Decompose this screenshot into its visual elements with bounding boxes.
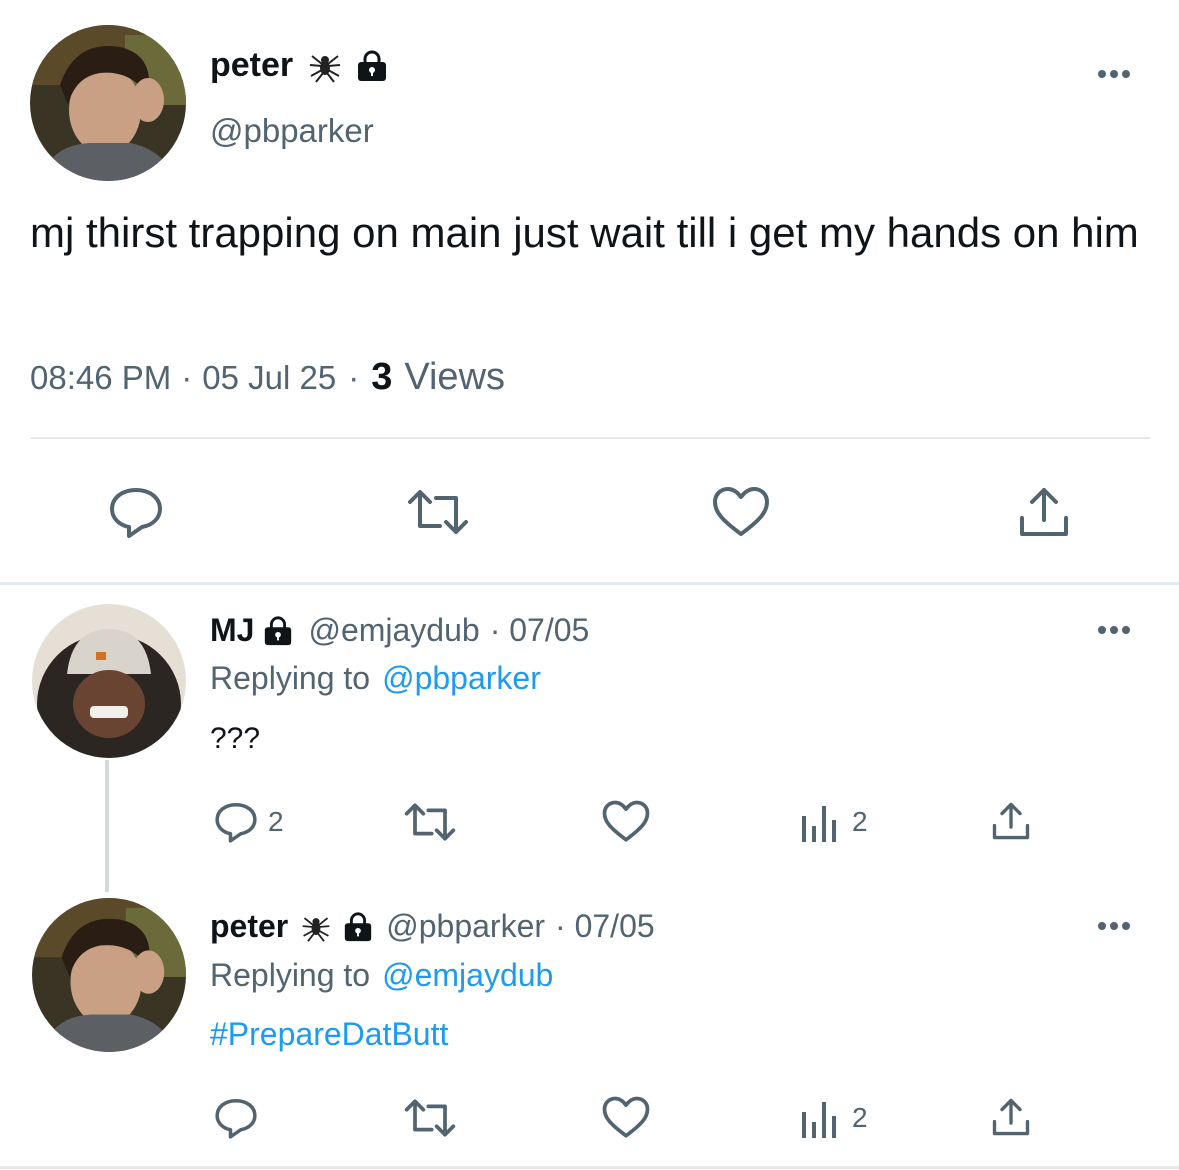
replying-handle-link[interactable]: @emjaydub	[382, 957, 553, 994]
section-divider	[0, 582, 1179, 585]
lock-icon	[262, 615, 294, 647]
share-icon	[992, 802, 1030, 840]
reply-author-row: peter @pbparker · 07/05	[210, 908, 655, 945]
views-count: 3	[371, 356, 393, 398]
tweet-meta: 08:46 PM · 05 Jul 25 · 3 Views	[30, 356, 505, 399]
reply-icon	[215, 1098, 257, 1139]
reply-text: ???	[210, 722, 261, 755]
more-options-icon[interactable]	[1098, 70, 1130, 78]
retweet-button[interactable]	[403, 1098, 457, 1138]
more-options-icon[interactable]	[1098, 626, 1130, 634]
handle[interactable]: @emjaydub	[308, 612, 479, 649]
section-divider	[0, 1166, 1179, 1169]
reply-icon	[215, 802, 257, 843]
spider-icon	[300, 911, 332, 943]
heart-icon	[713, 487, 769, 536]
retweet-icon	[408, 490, 468, 534]
reply-icon	[110, 488, 162, 538]
reply-count: 2	[268, 806, 284, 837]
tweet-time[interactable]: 08:46 PM	[30, 359, 171, 397]
replying-prefix: Replying to	[210, 660, 371, 696]
heart-icon	[602, 1096, 650, 1138]
reply-button[interactable]	[214, 1096, 258, 1140]
avatar-peter[interactable]	[32, 898, 186, 1052]
views-button[interactable]: 2	[800, 1098, 868, 1138]
tweet-date[interactable]: 05 Jul 25	[202, 359, 336, 397]
retweet-icon	[404, 803, 456, 841]
views-button[interactable]: 2	[800, 802, 868, 842]
meta-separator: ·	[181, 358, 193, 396]
like-button[interactable]	[602, 1096, 650, 1139]
retweet-button[interactable]	[406, 488, 470, 536]
reply-date[interactable]: · 07/05	[555, 908, 655, 945]
replying-handle-link[interactable]: @pbparker	[382, 660, 541, 697]
replying-to: Replying to @pbparker	[210, 660, 541, 697]
display-name[interactable]: peter	[210, 908, 288, 945]
main-author-row: peter	[210, 46, 389, 85]
lock-icon	[355, 49, 389, 83]
divider	[30, 437, 1150, 439]
thread-line	[105, 760, 109, 892]
reply-button[interactable]	[108, 484, 164, 540]
share-icon	[992, 1098, 1030, 1136]
tweet-text: mj thirst trapping on main just wait til…	[30, 209, 1139, 256]
spider-icon	[307, 48, 343, 84]
replying-to: Replying to @emjaydub	[210, 957, 553, 994]
views-count: 2	[852, 806, 868, 837]
like-button[interactable]	[712, 486, 770, 538]
display-name[interactable]: MJ	[210, 612, 254, 649]
handle[interactable]: @pbparker	[210, 112, 374, 150]
hashtag-link[interactable]: #PrepareDatButt	[210, 1016, 448, 1053]
analytics-icon	[802, 806, 836, 842]
handle[interactable]: @pbparker	[386, 908, 545, 945]
views-label[interactable]: Views	[404, 356, 505, 399]
share-button[interactable]	[1016, 484, 1072, 540]
share-button[interactable]	[990, 1096, 1032, 1138]
more-options-icon[interactable]	[1098, 922, 1130, 930]
replying-prefix: Replying to	[210, 957, 371, 993]
share-button[interactable]	[990, 800, 1032, 842]
reply-author-row: MJ @emjaydub · 07/05	[210, 612, 589, 649]
lock-icon	[342, 911, 374, 943]
display-name[interactable]: peter	[210, 46, 293, 85]
views-count: 2	[852, 1102, 868, 1133]
retweet-button[interactable]	[403, 802, 457, 842]
heart-icon	[602, 800, 650, 842]
retweet-icon	[404, 1099, 456, 1137]
analytics-icon	[802, 1102, 836, 1138]
share-icon	[1020, 488, 1068, 536]
meta-separator: ·	[348, 358, 360, 396]
avatar-mj[interactable]	[32, 604, 186, 758]
reply-button[interactable]: 2	[214, 800, 284, 844]
avatar-peter[interactable]	[30, 25, 186, 181]
like-button[interactable]	[602, 800, 650, 843]
reply-date[interactable]: · 07/05	[490, 612, 590, 649]
